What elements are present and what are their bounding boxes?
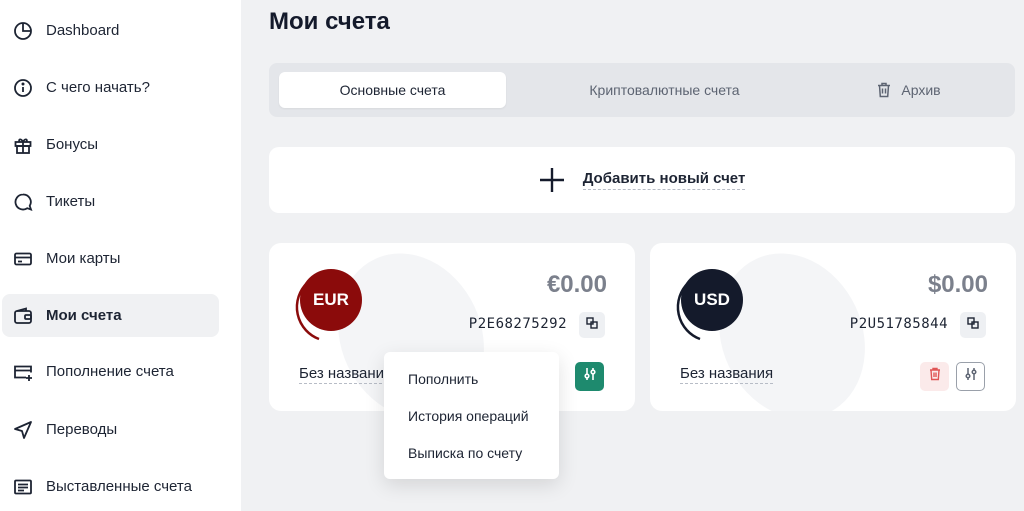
sidebar-item-label: Бонусы: [46, 136, 99, 153]
copy-icon: [586, 316, 598, 334]
sidebar-item-tickets[interactable]: Тикеты: [2, 180, 219, 223]
sidebar-item-label: Пополнение счета: [46, 363, 174, 380]
account-name[interactable]: Без названия: [299, 365, 393, 384]
sidebar-item-deposit[interactable]: Пополнение счета: [2, 350, 219, 393]
tab-main-accounts[interactable]: Основные счета: [279, 72, 506, 108]
menu-item-statement[interactable]: Выписка по счету: [384, 434, 559, 471]
account-card-usd: USD $0.00 P2U51785844 Без названия: [650, 243, 1016, 411]
tab-archive[interactable]: Архив: [819, 72, 999, 108]
sidebar-item-my-accounts[interactable]: Мои счета: [2, 294, 219, 337]
copy-number-button[interactable]: [960, 312, 986, 338]
account-tabs: Основные счета Криптовалютные счета Архи…: [269, 63, 1015, 117]
sidebar-item-label: Dashboard: [46, 22, 120, 39]
tab-label: Криптовалютные счета: [589, 82, 740, 98]
info-icon: [12, 77, 34, 99]
send-arrow-icon: [12, 419, 34, 441]
sidebar-item-my-cards[interactable]: Мои карты: [2, 237, 219, 280]
tab-label: Основные счета: [339, 82, 446, 98]
sliders-icon: [583, 367, 597, 386]
trash-icon: [929, 367, 941, 386]
sidebar-item-invoices[interactable]: Выставленные счета: [2, 465, 219, 508]
sliders-icon: [964, 367, 978, 386]
currency-code: EUR: [313, 290, 349, 309]
tab-label: Архив: [901, 82, 941, 98]
account-number: P2U51785844: [849, 316, 948, 332]
sidebar: Dashboard С чего начать? Бонусы Тикеты М…: [0, 0, 241, 511]
invoice-icon: [12, 476, 34, 498]
sidebar-item-label: Выставленные счета: [46, 478, 192, 495]
copy-number-button[interactable]: [579, 312, 605, 338]
currency-code: USD: [694, 290, 730, 309]
menu-item-history[interactable]: История операций: [384, 397, 559, 434]
delete-account-button[interactable]: [920, 362, 949, 391]
currency-badge: EUR: [300, 269, 362, 331]
account-name[interactable]: Без названия: [680, 365, 774, 384]
sidebar-item-transfers[interactable]: Переводы: [2, 408, 219, 451]
sidebar-item-label: Мои счета: [46, 307, 122, 324]
card-plus-icon: [12, 361, 34, 383]
sidebar-item-bonuses[interactable]: Бонусы: [2, 123, 219, 166]
sidebar-item-label: С чего начать?: [46, 79, 150, 96]
account-number: P2E68275292: [468, 316, 567, 332]
add-account-label: Добавить новый счет: [582, 170, 746, 190]
account-balance: $0.00: [927, 271, 988, 298]
sidebar-item-label: Переводы: [46, 421, 118, 438]
account-actions-menu: Пополнить История операций Выписка по сч…: [384, 352, 559, 479]
sidebar-item-dashboard[interactable]: Dashboard: [2, 9, 219, 52]
main-content: Мои счета Основные счета Криптовалютные …: [241, 0, 1024, 511]
tab-crypto-accounts[interactable]: Криптовалютные счета: [527, 72, 802, 108]
pie-chart-icon: [12, 20, 34, 42]
sidebar-item-label: Тикеты: [46, 193, 96, 210]
add-account-button[interactable]: Добавить новый счет: [269, 147, 1015, 213]
chat-bubble-icon: [12, 191, 34, 213]
account-actions-button[interactable]: [956, 362, 985, 391]
gift-icon: [12, 134, 34, 156]
sidebar-item-label: Мои карты: [46, 250, 121, 267]
wallet-icon: [12, 305, 34, 327]
account-balance: €0.00: [546, 271, 607, 298]
trash-icon: [877, 82, 891, 98]
page-title: Мои счета: [269, 8, 390, 35]
copy-icon: [967, 316, 979, 334]
credit-card-icon: [12, 248, 34, 270]
currency-badge: USD: [681, 269, 743, 331]
sidebar-item-getting-started[interactable]: С чего начать?: [2, 66, 219, 109]
account-actions-button[interactable]: [575, 362, 604, 391]
plus-icon: [539, 167, 565, 193]
menu-item-deposit[interactable]: Пополнить: [384, 360, 559, 397]
